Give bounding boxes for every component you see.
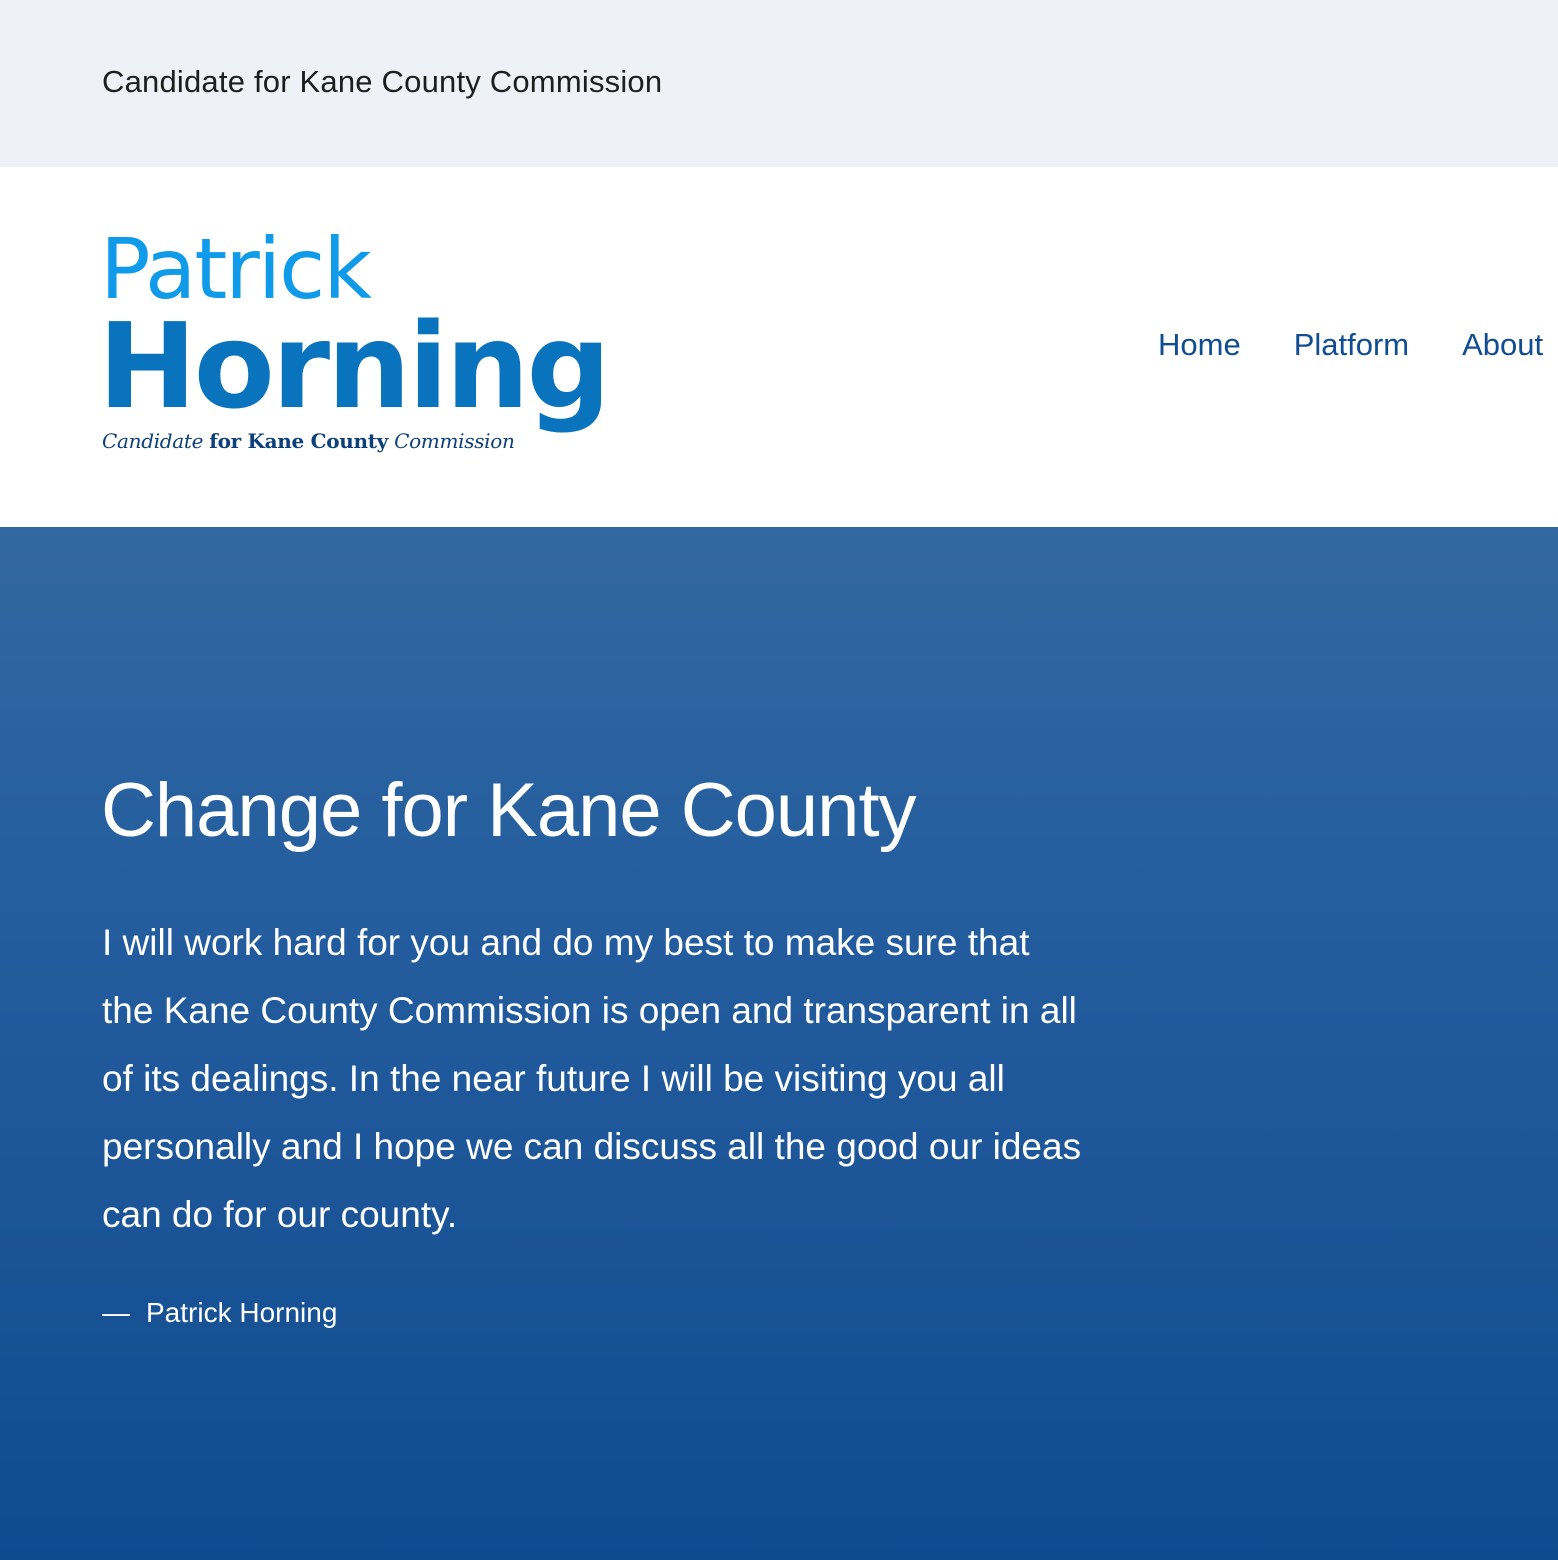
quote-citation: — Patrick Horning — [102, 1297, 337, 1329]
logo-tagline-commission: Commission — [394, 429, 515, 453]
site-header: Patrick Horning Candidate for Kane Count… — [0, 167, 1558, 527]
hero-quote: I will work hard for you and do my best … — [102, 909, 1212, 1249]
citation-dash: — — [102, 1297, 130, 1328]
citation-author: Patrick Horning — [146, 1297, 338, 1328]
logo-tagline-for-kane-county: for Kane County — [209, 429, 388, 453]
top-bar: Candidate for Kane County Commission — [0, 0, 1558, 167]
hero-quote-line: of its dealings. In the near future I wi… — [102, 1058, 1005, 1099]
hero-quote-line: I will work hard for you and do my best … — [102, 922, 1030, 963]
hero-section: Change for Kane County I will work hard … — [0, 527, 1558, 1560]
nav-item-platform[interactable]: Platform — [1294, 327, 1409, 363]
logo-tagline: Candidate for Kane County Commission — [102, 429, 515, 453]
main-nav: Home Platform About — [1158, 327, 1543, 363]
hero-title: Change for Kane County — [101, 768, 917, 853]
hero-quote-line: the Kane County Commission is open and t… — [102, 990, 1077, 1031]
logo-last-name: Horning — [98, 297, 611, 435]
logo-tagline-candidate: Candidate — [102, 429, 204, 453]
hero-quote-line: personally and I hope we can discuss all… — [102, 1126, 1082, 1167]
nav-item-about[interactable]: About — [1462, 327, 1543, 363]
hero-quote-line: can do for our county. — [102, 1194, 458, 1235]
nav-item-home[interactable]: Home — [1158, 327, 1241, 363]
top-bar-tagline: Candidate for Kane County Commission — [102, 64, 663, 99]
site-logo[interactable]: Patrick Horning Candidate for Kane Count… — [98, 227, 611, 467]
